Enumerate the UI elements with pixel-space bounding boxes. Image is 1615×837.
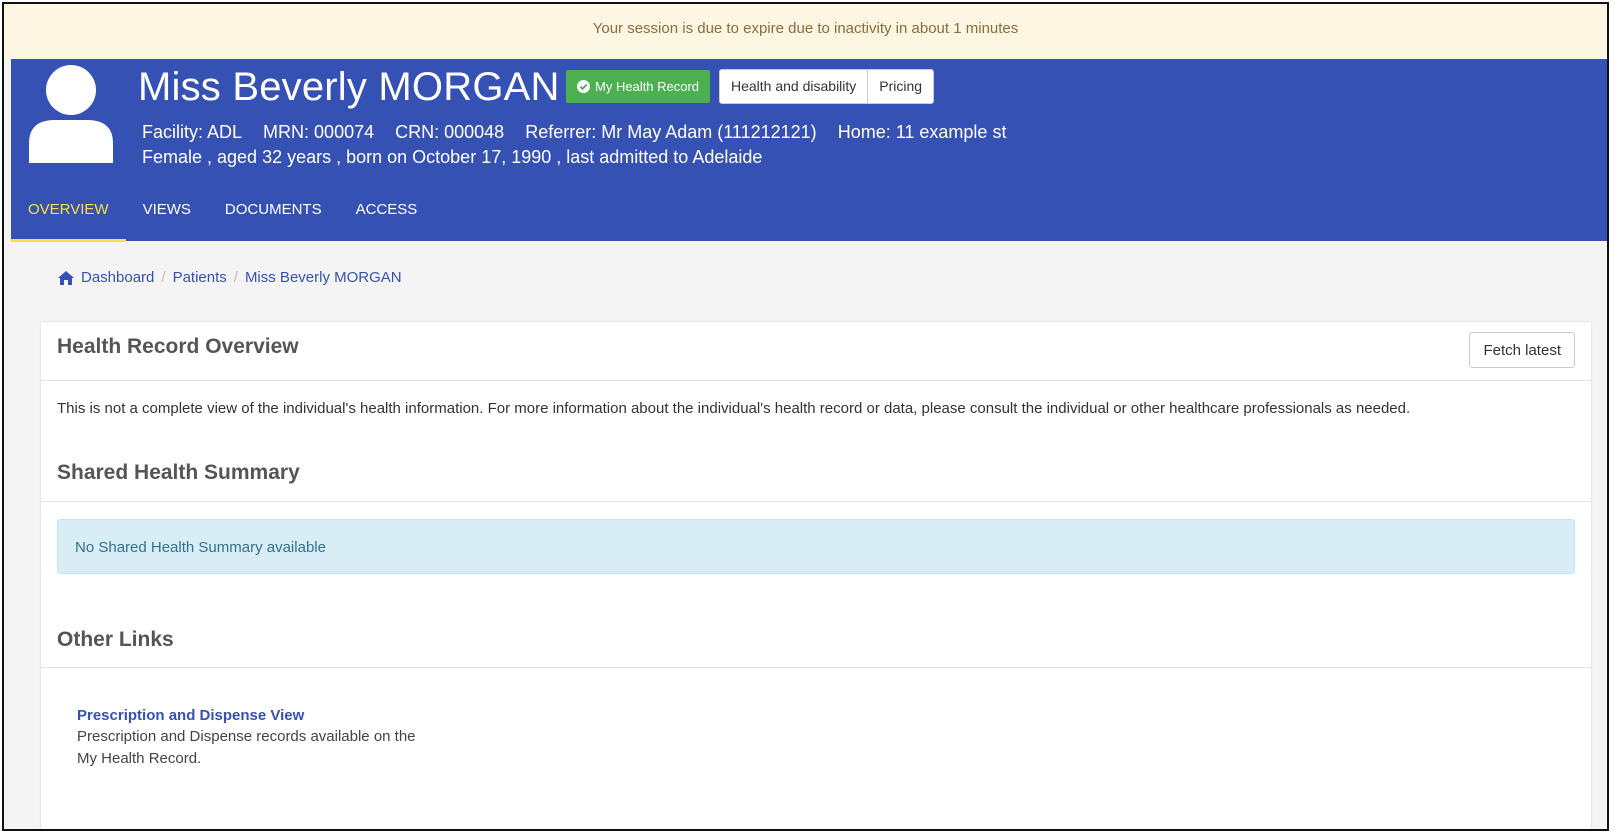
disclaimer-text: This is not a complete view of the indiv… — [57, 400, 1411, 417]
divider — [41, 501, 1591, 502]
tab-overview[interactable]: OVERVIEW — [11, 187, 126, 242]
shared-health-summary-title: Shared Health Summary — [57, 461, 300, 484]
facility-text: Facility: ADL — [142, 122, 243, 142]
health-and-disability-button[interactable]: Health and disability — [720, 70, 868, 103]
tab-documents[interactable]: DOCUMENTS — [208, 187, 339, 239]
patient-header: Miss Beverly MORGAN My Health Record Hea… — [11, 59, 1607, 242]
patient-identifiers: Facility: ADL MRN: 000074 CRN: 000048 Re… — [142, 122, 1022, 143]
no-summary-alert: No Shared Health Summary available — [57, 519, 1575, 574]
breadcrumb-patients[interactable]: Patients — [173, 269, 227, 286]
mrn-text: MRN: 000074 — [263, 122, 375, 142]
app-frame: Your session is due to expire due to ina… — [2, 2, 1609, 831]
badge-label: My Health Record — [595, 79, 700, 94]
session-message: Your session is due to expire due to ina… — [592, 20, 1019, 37]
user-avatar-icon — [29, 65, 113, 163]
referrer-text: Referrer: Mr May Adam (111212121) — [525, 122, 817, 142]
divider — [41, 380, 1591, 381]
home-icon — [58, 270, 74, 285]
list-item: Prescription and Dispense View Prescript… — [77, 707, 417, 770]
breadcrumb: Dashboard / Patients / Miss Beverly MORG… — [58, 269, 402, 286]
breadcrumb-separator: / — [233, 269, 238, 286]
breadcrumb-current-patient[interactable]: Miss Beverly MORGAN — [245, 269, 402, 286]
patient-name: Miss Beverly MORGAN — [138, 65, 560, 109]
patient-tabs: OVERVIEW VIEWS DOCUMENTS ACCESS — [11, 187, 435, 242]
home-address-text: Home: 11 example st — [837, 122, 1007, 142]
patient-actions-group: Health and disability Pricing — [719, 69, 935, 104]
tab-views[interactable]: VIEWS — [126, 187, 208, 239]
fetch-latest-button[interactable]: Fetch latest — [1469, 332, 1575, 368]
pricing-button[interactable]: Pricing — [867, 70, 934, 103]
breadcrumb-dashboard[interactable]: Dashboard — [81, 269, 154, 286]
patient-demographics: Female , aged 32 years , born on October… — [142, 147, 763, 167]
check-circle-icon — [577, 80, 590, 93]
breadcrumb-separator: / — [161, 269, 166, 286]
link-description: Prescription and Dispense records availa… — [77, 728, 416, 767]
session-expiry-banner: Your session is due to expire due to ina… — [4, 4, 1607, 59]
other-links-title: Other Links — [57, 628, 174, 651]
prescription-dispense-link[interactable]: Prescription and Dispense View — [77, 707, 417, 724]
crn-text: CRN: 000048 — [395, 122, 505, 142]
divider — [41, 667, 1591, 668]
card-title: Health Record Overview — [57, 335, 299, 358]
tab-access[interactable]: ACCESS — [339, 187, 435, 239]
my-health-record-badge[interactable]: My Health Record — [566, 70, 711, 103]
health-record-overview-card: Health Record Overview Fetch latest This… — [41, 322, 1591, 829]
